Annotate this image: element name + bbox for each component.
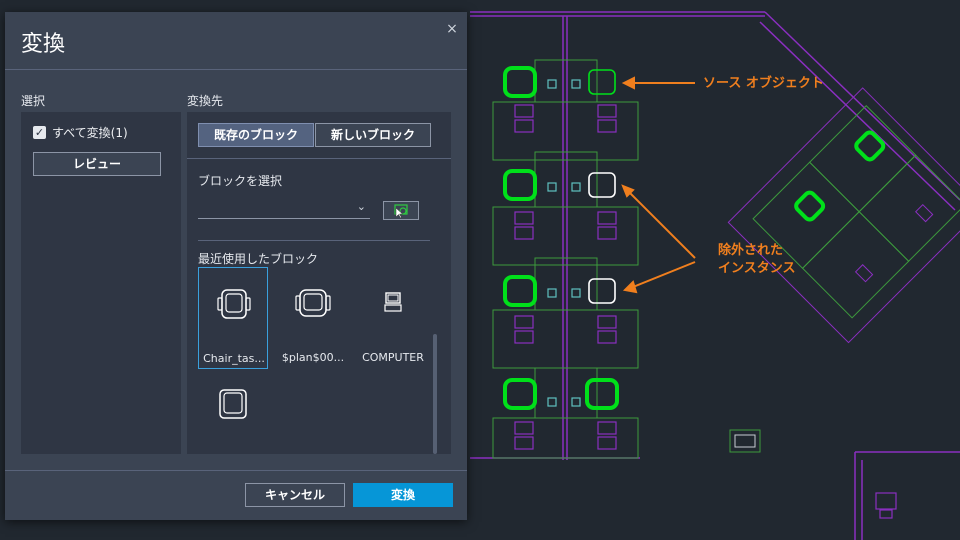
close-icon[interactable]: × [443, 20, 461, 38]
task-chair-icon [217, 289, 251, 319]
convert-all-checkbox[interactable]: ✓ [33, 126, 46, 139]
annotation-excluded-line1: 除外された [718, 243, 784, 258]
computer-icon [384, 292, 402, 312]
recent-block-name: Chair_tas... [203, 352, 265, 365]
tabs-divider [187, 158, 451, 159]
pick-block-icon [394, 204, 408, 219]
recent-block-plan[interactable]: $plan$00... [278, 267, 348, 369]
convert-all-checkbox-row[interactable]: ✓ すべて変換(1) [33, 124, 128, 141]
chevron-down-icon: ⌄ [356, 200, 366, 213]
recent-block-name: $plan$00... [281, 351, 345, 364]
recent-block-name: COMPUTER [362, 351, 424, 364]
tab-new-block[interactable]: 新しいブロック [315, 123, 431, 147]
recent-divider [198, 240, 430, 241]
footer-divider [5, 470, 467, 471]
tab-existing-block[interactable]: 既存のブロック [198, 123, 314, 147]
review-button[interactable]: レビュー [33, 152, 161, 176]
recent-block-computer[interactable]: COMPUTER [358, 267, 428, 369]
annotation-source-object: ソース オブジェクト [703, 76, 824, 91]
title-divider [5, 69, 467, 70]
block-select-dropdown[interactable]: ⌄ [198, 198, 370, 219]
convert-all-label: すべて変換(1) [52, 126, 128, 140]
pick-block-button[interactable] [383, 201, 419, 220]
target-panel: 既存のブロック 新しいブロック ブロックを選択 ⌄ 最近使用したブロック Cha [187, 112, 451, 454]
selection-section-label: 選択 [21, 94, 46, 108]
recent-blocks-label: 最近使用したブロック [198, 252, 319, 266]
block-select-label: ブロックを選択 [198, 174, 283, 188]
target-section-label: 変換先 [187, 94, 224, 108]
office-chair-icon [295, 289, 331, 317]
selection-panel: ✓ すべて変換(1) レビュー [21, 112, 181, 454]
recent-block-chair-task[interactable]: Chair_tas... [198, 267, 268, 369]
recent-block-armchair[interactable] [198, 368, 268, 438]
dialog-title: 変換 [21, 32, 66, 57]
cancel-button[interactable]: キャンセル [245, 483, 345, 507]
armchair-icon [219, 389, 247, 419]
recent-blocks-scrollbar[interactable] [433, 334, 437, 454]
convert-dialog: 変換 × 選択 変換先 ✓ すべて変換(1) レビュー 既存のブロック 新しいブ… [5, 12, 467, 520]
convert-button[interactable]: 変換 [353, 483, 453, 507]
annotation-excluded-line2: インスタンス [718, 261, 796, 276]
